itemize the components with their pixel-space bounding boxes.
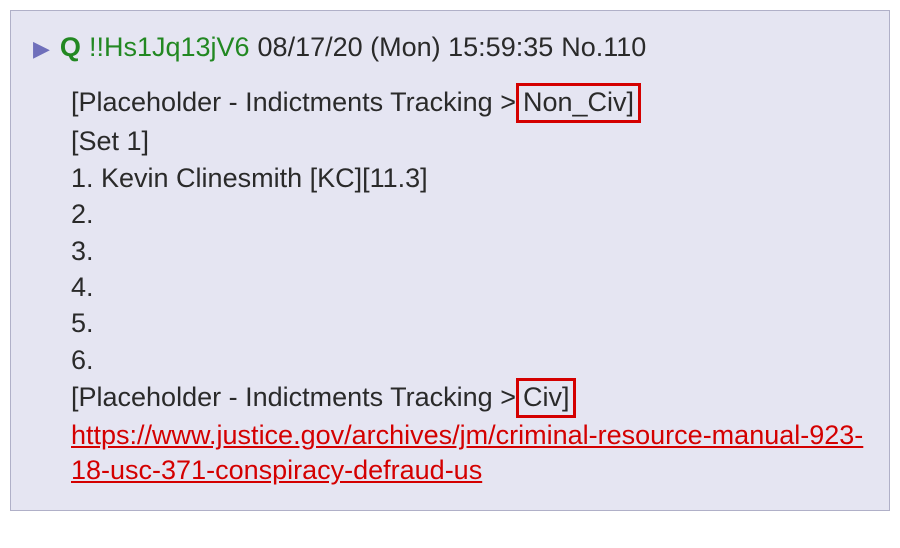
body-line-4: 2. <box>71 196 867 232</box>
post-header: ▶ Q !!Hs1Jq13jV6 08/17/20 (Mon) 15:59:35… <box>33 29 867 65</box>
body-line-8: 6. <box>71 342 867 378</box>
body-line-6: 4. <box>71 269 867 305</box>
body-line-7: 5. <box>71 305 867 341</box>
line9-prefix: [Placeholder - Indictments Tracking > <box>71 382 516 412</box>
body-line-3: 1. Kevin Clinesmith [KC][11.3] <box>71 160 867 196</box>
expand-triangle-icon[interactable]: ▶ <box>33 34 50 64</box>
poster-tripcode: !!Hs1Jq13jV6 <box>89 29 250 65</box>
highlight-box-civ: Civ] <box>516 378 577 418</box>
forum-post: ▶ Q !!Hs1Jq13jV6 08/17/20 (Mon) 15:59:35… <box>10 10 890 511</box>
line1-prefix: [Placeholder - Indictments Tracking > <box>71 87 516 117</box>
post-number[interactable]: No.110 <box>561 29 646 65</box>
body-line-1: [Placeholder - Indictments Tracking > No… <box>71 83 867 123</box>
body-line-2: [Set 1] <box>71 123 867 159</box>
poster-name: Q <box>60 29 81 65</box>
external-link[interactable]: https://www.justice.gov/archives/jm/crim… <box>71 420 863 485</box>
body-line-9: [Placeholder - Indictments Tracking > Ci… <box>71 378 867 418</box>
body-link-line: https://www.justice.gov/archives/jm/crim… <box>71 418 867 488</box>
post-timestamp: 08/17/20 (Mon) 15:59:35 <box>258 29 554 65</box>
highlight-box-noncv: Non_Civ] <box>516 83 641 123</box>
body-line-5: 3. <box>71 233 867 269</box>
post-body: [Placeholder - Indictments Tracking > No… <box>33 83 867 488</box>
